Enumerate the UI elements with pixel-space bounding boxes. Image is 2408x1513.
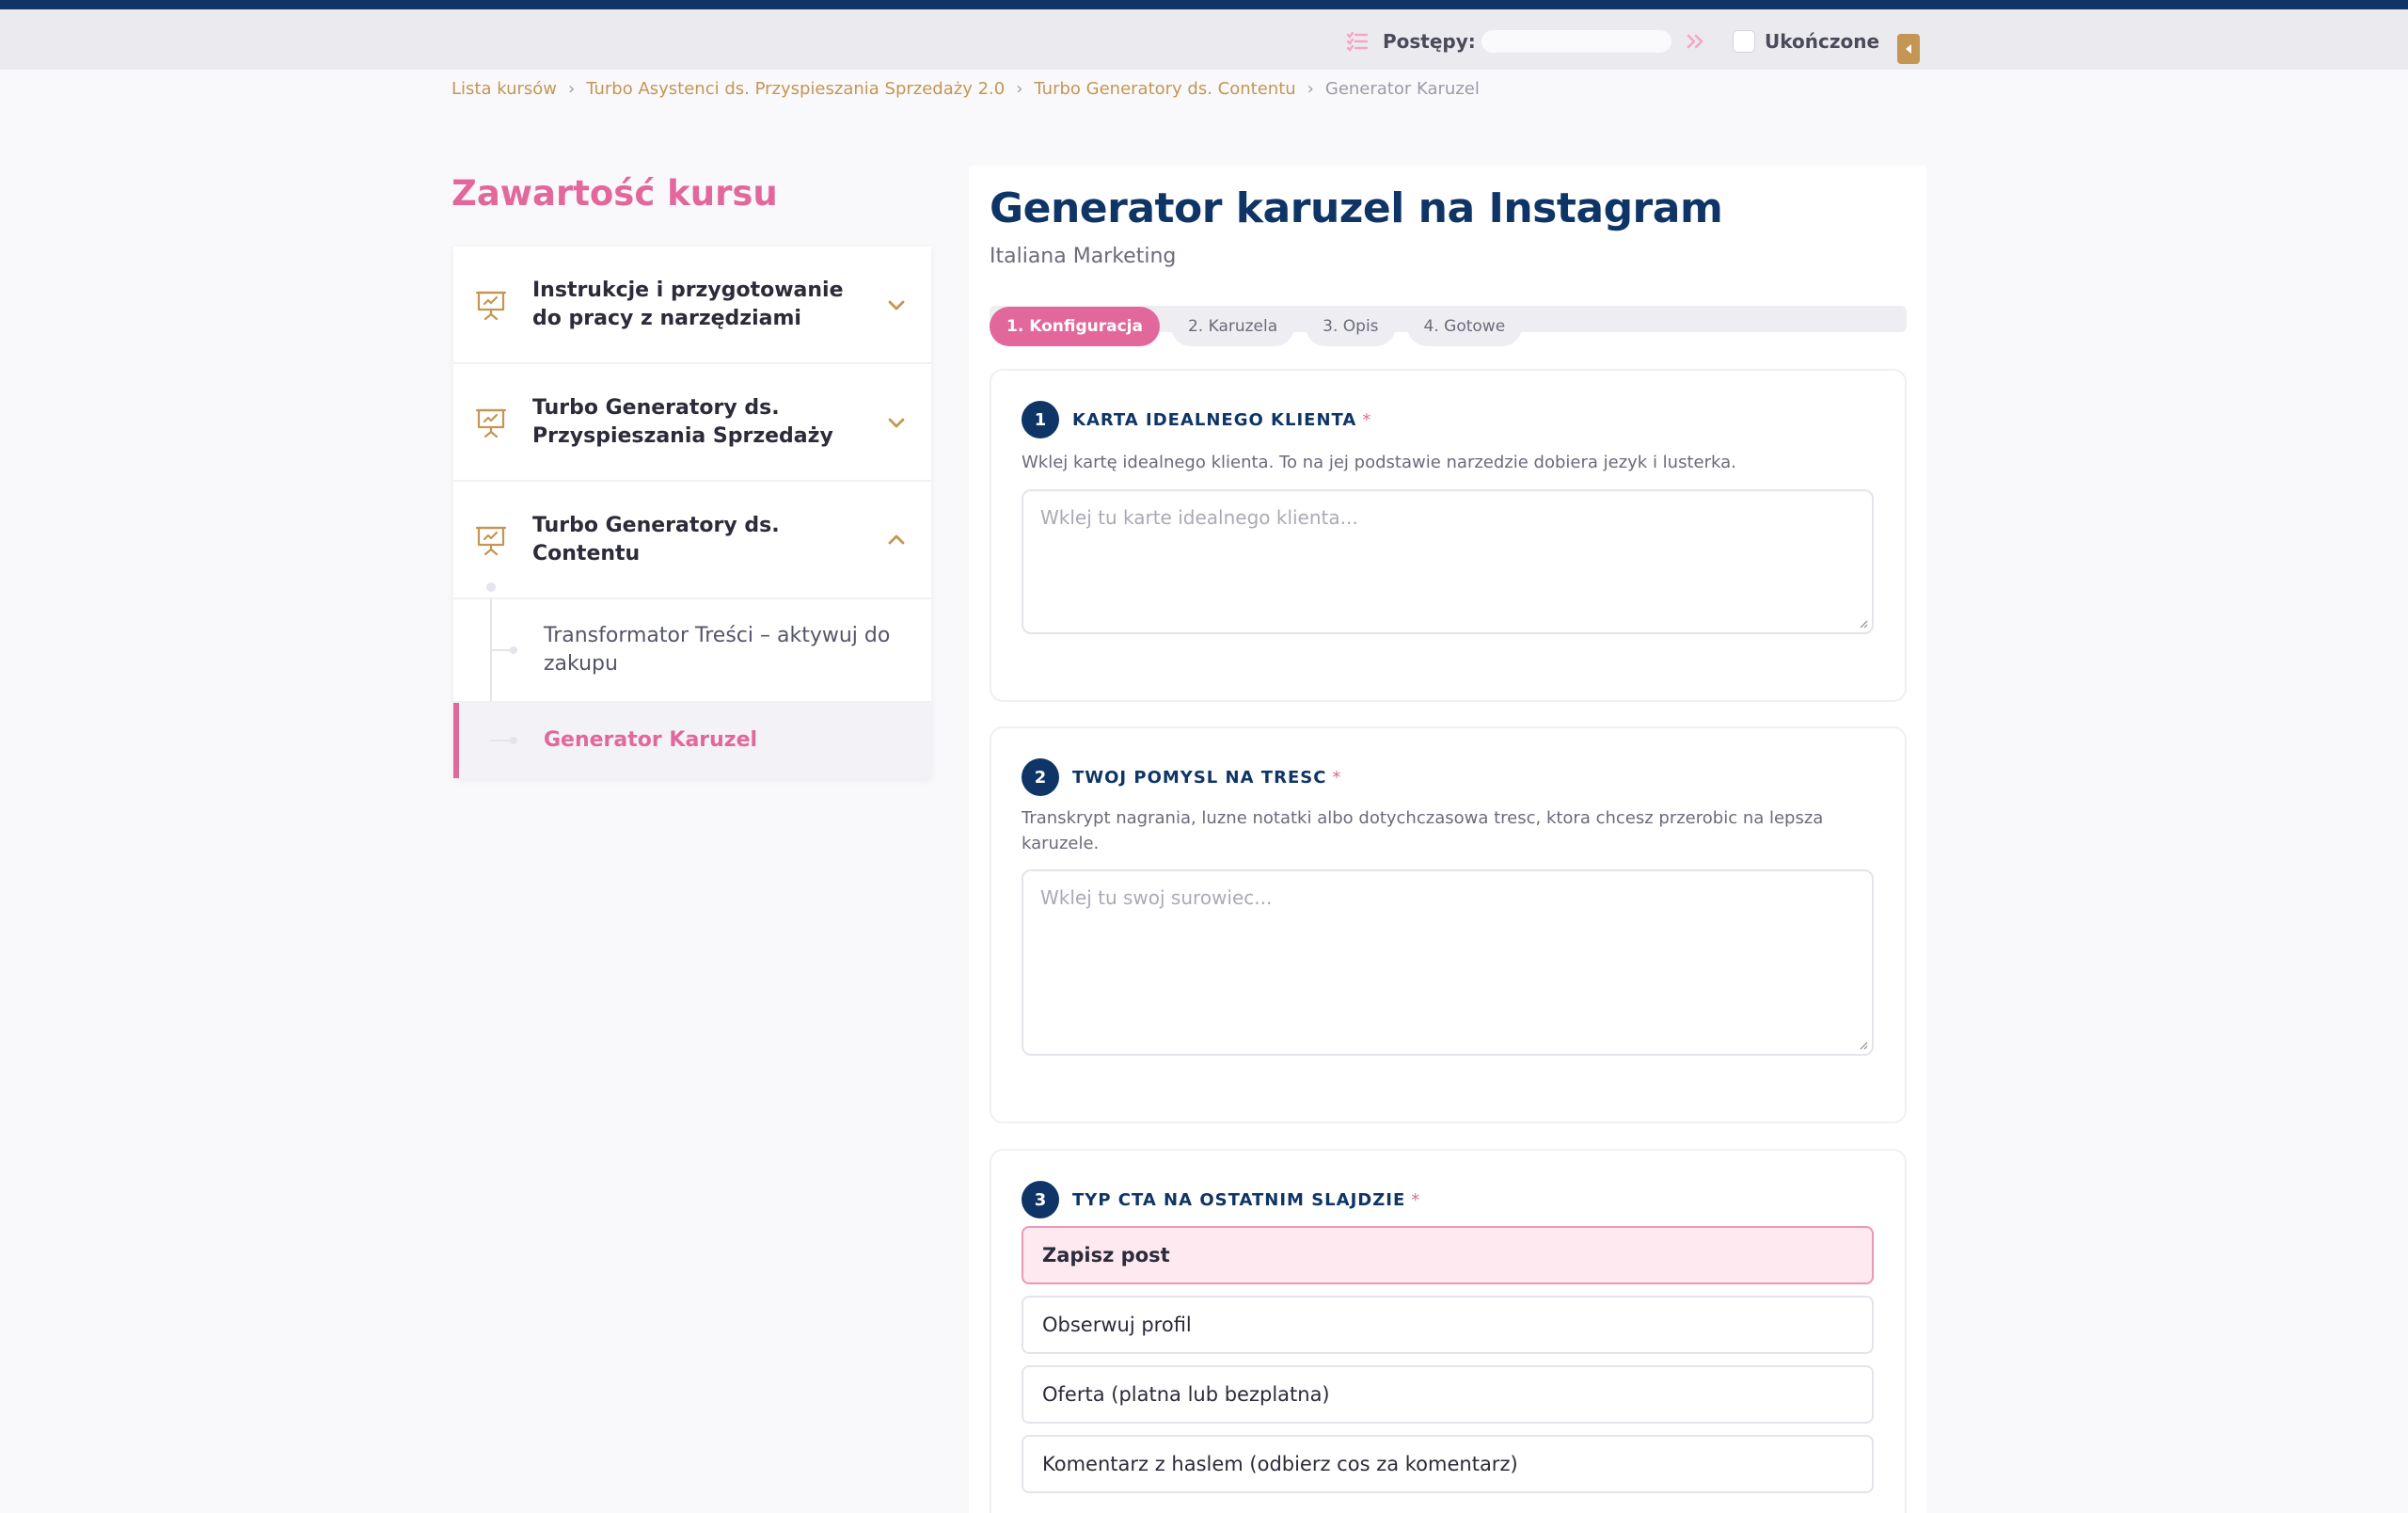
step-number-badge: 3 <box>1022 1181 1059 1218</box>
top-accent-strip <box>0 0 2408 9</box>
breadcrumb-link-module[interactable]: Turbo Generatory ds. Contentu <box>1034 79 1295 99</box>
double-chevron-right-icon[interactable] <box>1685 31 1705 52</box>
sidebar-module-content[interactable]: Turbo Generatory ds. Contentu <box>453 482 931 599</box>
tab-gotowe[interactable]: 4. Gotowe <box>1406 307 1523 346</box>
sidebar-module-instructions[interactable]: Instrukcje i przygotowanie do pracy z na… <box>453 247 931 364</box>
cta-option-offer[interactable]: Oferta (platna lub bezplatna) <box>1022 1365 1874 1424</box>
sidebar-module-label: Turbo Generatory ds. Contentu <box>532 513 780 565</box>
section-description: Transkrypt nagrania, luzne notatki albo … <box>1022 808 1824 853</box>
tree-dot <box>486 582 496 592</box>
presentation-icon <box>475 526 507 555</box>
section-title: KARTA IDEALNEGO KLIENTA <box>1072 409 1357 430</box>
breadcrumb-separator-icon: › <box>1016 79 1023 99</box>
lesson-label: Transformator Treści – aktywuj do zakupu <box>544 624 891 676</box>
breadcrumb-link-course[interactable]: Turbo Asystenci ds. Przyspieszania Sprze… <box>586 79 1005 99</box>
resize-handle-icon[interactable] <box>1859 1041 1868 1050</box>
chevron-down-icon[interactable] <box>886 412 907 433</box>
tab-opis[interactable]: 3. Opis <box>1306 307 1396 346</box>
breadcrumb: Lista kursów › Turbo Asystenci ds. Przys… <box>452 79 1480 99</box>
progress-label: Postępy: <box>1383 30 1476 53</box>
page-title: Generator karuzel na Instagram <box>990 184 1723 232</box>
lesson-item-transformator[interactable]: Transformator Treści – aktywuj do zakupu <box>453 599 931 703</box>
completed-checkbox[interactable] <box>1733 30 1755 53</box>
section-title: TWOJ POMYSL NA TRESC <box>1072 767 1327 788</box>
presentation-icon <box>475 408 507 438</box>
lesson-item-generator-karuzel[interactable]: Generator Karuzel <box>453 703 931 778</box>
required-marker: * <box>1411 1189 1420 1210</box>
required-marker: * <box>1362 409 1371 430</box>
list-icon <box>1346 31 1369 52</box>
cta-option-save-post[interactable]: Zapisz post <box>1022 1226 1874 1284</box>
required-marker: * <box>1332 767 1341 788</box>
ideal-client-textarea[interactable]: Wklej tu karte idealnego klienta... <box>1022 489 1874 634</box>
content-idea-textarea[interactable]: Wklej tu swoj surowiec... <box>1022 869 1874 1056</box>
tree-branch-dot <box>510 646 517 654</box>
presentation-icon <box>475 291 507 320</box>
step-number-badge: 1 <box>1022 401 1059 438</box>
cta-options: Zapisz post Obserwuj profil Oferta (plat… <box>1022 1226 1874 1505</box>
section-header: 3 TYP CTA NA OSTATNIM SLAJDZIE * <box>1022 1181 1419 1218</box>
section-title: TYP CTA NA OSTATNIM SLAJDZIE <box>1072 1189 1406 1210</box>
active-lesson-indicator <box>453 703 459 778</box>
course-content-sidebar: Instrukcje i przygotowanie do pracy z na… <box>453 247 931 778</box>
sidebar-title: Zawartość kursu <box>452 173 778 214</box>
section-header: 2 TWOJ POMYSL NA TRESC * <box>1022 758 1340 796</box>
tab-karuzela[interactable]: 2. Karuzela <box>1170 307 1295 346</box>
completed-toggle[interactable]: Ukończone <box>1733 30 1879 53</box>
completed-label: Ukończone <box>1765 30 1880 53</box>
breadcrumb-separator-icon: › <box>1307 79 1314 99</box>
step-tabs: 1. Konfiguracja 2. Karuzela 3. Opis 4. G… <box>990 307 1523 346</box>
tree-branch-dot <box>510 737 517 744</box>
cta-option-comment-keyword[interactable]: Komentarz z haslem (odbierz cos za komen… <box>1022 1435 1874 1493</box>
section-header: 1 KARTA IDEALNEGO KLIENTA * <box>1022 401 1370 438</box>
section-content-idea: 2 TWOJ POMYSL NA TRESC * Transkrypt nagr… <box>990 726 1907 1123</box>
progress-toolbar: Postępy: Ukończone <box>0 9 2408 70</box>
section-cta-type: 3 TYP CTA NA OSTATNIM SLAJDZIE * Zapisz … <box>990 1149 1907 1513</box>
collapse-panel-button[interactable] <box>1897 34 1920 64</box>
page-subtitle: Italiana Marketing <box>990 245 1177 268</box>
breadcrumb-current: Generator Karuzel <box>1324 79 1480 99</box>
caret-left-icon <box>1906 44 1911 54</box>
sidebar-module-label: Instrukcje i przygotowanie do pracy z na… <box>532 278 844 330</box>
section-description: Wklej kartę idealnego klienta. To na jej… <box>1022 453 1736 472</box>
lesson-list: Transformator Treści – aktywuj do zakupu… <box>453 582 931 778</box>
progress-bar <box>1481 30 1671 53</box>
lesson-label: Generator Karuzel <box>544 728 758 752</box>
sidebar-module-label: Turbo Generatory ds. Przyspieszania Sprz… <box>532 395 833 448</box>
chevron-down-icon[interactable] <box>886 295 907 315</box>
section-ideal-client: 1 KARTA IDEALNEGO KLIENTA * Wklej kartę … <box>990 369 1907 702</box>
chevron-up-icon[interactable] <box>886 530 907 550</box>
breadcrumb-separator-icon: › <box>568 79 576 99</box>
progress-indicator: Postępy: <box>1345 26 1705 56</box>
step-number-badge: 2 <box>1022 758 1059 796</box>
tab-konfiguracja[interactable]: 1. Konfiguracja <box>990 307 1160 346</box>
breadcrumb-link-course-list[interactable]: Lista kursów <box>452 79 557 99</box>
sidebar-module-sales[interactable]: Turbo Generatory ds. Przyspieszania Sprz… <box>453 364 931 482</box>
resize-handle-icon[interactable] <box>1859 619 1868 629</box>
cta-option-follow-profile[interactable]: Obserwuj profil <box>1022 1296 1874 1354</box>
